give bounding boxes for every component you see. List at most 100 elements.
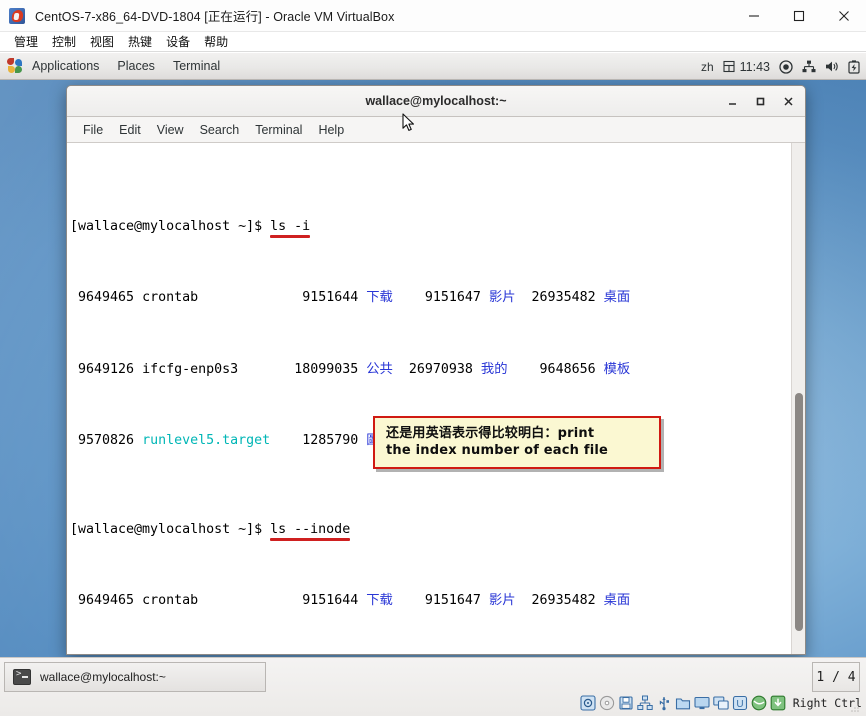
maximize-icon[interactable] xyxy=(776,0,821,32)
dir-a2: 下载 xyxy=(366,290,393,306)
host-key-icon[interactable] xyxy=(770,695,786,711)
applications-icon[interactable] xyxy=(7,58,23,74)
terminal-menu-file[interactable]: File xyxy=(75,120,111,140)
battery-icon[interactable] xyxy=(848,59,860,74)
network-icon[interactable] xyxy=(637,695,653,711)
terminal-menubar: File Edit View Search Terminal Help xyxy=(67,117,805,143)
clock[interactable]: 11:43 xyxy=(723,60,770,74)
file-b1: ifcfg-enp0s3 xyxy=(142,361,239,377)
terminal-scrollbar[interactable] xyxy=(791,143,805,654)
harddisk-icon[interactable] xyxy=(580,695,596,711)
inode-a2: 9151644 xyxy=(294,290,359,306)
terminal-window: wallace@mylocalhost:~ File Edit View Sea… xyxy=(66,85,806,655)
inode-a3: 9151647 xyxy=(416,290,481,306)
terminal-line-prompt-2: [wallace@mylocalhost ~]$ ls --inode xyxy=(70,521,791,541)
inode-b1: 9649126 xyxy=(70,361,135,377)
terminal-icon xyxy=(13,669,31,685)
window-controls xyxy=(731,0,866,32)
terminal-line-listing-2-row1: 9649465 crontab 9151644 下载 9151647 影片 26… xyxy=(70,592,791,610)
inode-a1: 9649465 xyxy=(70,290,135,306)
shared-folder-icon[interactable] xyxy=(675,695,691,711)
resize-grip-icon[interactable] xyxy=(850,703,860,713)
inode-c2: 1285790 xyxy=(294,432,359,448)
command-ls-i: ls -i xyxy=(270,219,311,238)
gnome-menu-terminal[interactable]: Terminal xyxy=(164,56,229,76)
inode-b2: 18099035 xyxy=(294,361,359,377)
dir-d2: 下载 xyxy=(366,592,393,608)
remote-desktop-icon[interactable] xyxy=(713,695,729,711)
svg-text:U: U xyxy=(736,699,743,710)
inode-d1: 9649465 xyxy=(70,592,135,608)
vbox-menu-help[interactable]: 帮助 xyxy=(197,32,235,51)
terminal-output[interactable]: [wallace@mylocalhost ~]$ ls -i 9649465 c… xyxy=(67,143,791,654)
dir-b4: 模板 xyxy=(603,361,631,377)
file-a1: crontab xyxy=(142,290,199,306)
inode-d4: 26935482 xyxy=(531,592,596,608)
gnome-status-area: zh 11:43 xyxy=(701,53,860,80)
vbox-menu-manage[interactable]: 管理 xyxy=(7,32,45,51)
taskbar-item-terminal[interactable]: wallace@mylocalhost:~ xyxy=(4,662,266,692)
terminal-scrollbar-thumb[interactable] xyxy=(795,393,803,631)
vbox-menu-view[interactable]: 视图 xyxy=(83,32,121,51)
dir-d4: 桌面 xyxy=(603,592,631,608)
inode-b4: 9648656 xyxy=(531,361,596,377)
inode-d2: 9151644 xyxy=(294,592,359,608)
dir-b3: 我的 xyxy=(480,361,508,377)
floppy-icon[interactable] xyxy=(618,695,634,711)
dir-b2: 公共 xyxy=(366,361,393,377)
inode-a4: 26935482 xyxy=(531,290,596,306)
terminal-maximize-icon[interactable] xyxy=(747,90,773,113)
gnome-menu-applications[interactable]: Applications xyxy=(23,56,108,76)
terminal-menu-search[interactable]: Search xyxy=(192,120,248,140)
optical-disk-icon[interactable] xyxy=(599,695,615,711)
inode-d3: 9151647 xyxy=(416,592,481,608)
vbox-menu-devices[interactable]: 设备 xyxy=(159,32,197,51)
mouse-capture-icon[interactable] xyxy=(751,695,767,711)
annotation-line-2: the index number of each file xyxy=(386,443,609,458)
usb-icon[interactable] xyxy=(656,695,672,711)
terminal-menu-terminal[interactable]: Terminal xyxy=(247,120,310,140)
record-icon[interactable] xyxy=(779,59,793,74)
annotation-line-1: 还是用英语表示得比较明白：print xyxy=(386,426,595,441)
volume-icon[interactable] xyxy=(825,60,839,73)
workspace-indicator[interactable]: 1 / 4 xyxy=(812,662,860,692)
inode-b3: 26970938 xyxy=(408,361,473,377)
file-d1: crontab xyxy=(142,592,199,608)
calendar-icon xyxy=(723,60,735,73)
recording-icon[interactable]: U xyxy=(732,695,748,711)
terminal-window-controls xyxy=(719,86,801,117)
command-ls-inode: ls --inode xyxy=(270,521,351,541)
terminal-line-listing-1-row1: 9649465 crontab 9151644 下载 9151647 影片 26… xyxy=(70,289,791,307)
screenshot-root: CentOS-7-x86_64-DVD-1804 [正在运行] - Oracle… xyxy=(0,0,866,716)
terminal-title: wallace@mylocalhost:~ xyxy=(365,94,507,108)
gnome-top-panel: Applications Places Terminal zh 11:43 xyxy=(0,53,866,80)
prompt-text: [wallace@mylocalhost ~]$ xyxy=(70,219,271,235)
dir-d3: 影片 xyxy=(488,592,516,608)
virtualbox-menubar: 管理 控制 视图 热键 设备 帮助 xyxy=(0,32,866,52)
minimize-icon[interactable] xyxy=(731,0,776,32)
close-icon[interactable] xyxy=(821,0,866,32)
inode-c1: 9570826 xyxy=(70,432,135,448)
taskbar-item-label: wallace@mylocalhost:~ xyxy=(40,670,166,684)
terminal-line-prompt-1: [wallace@mylocalhost ~]$ ls -i xyxy=(70,218,791,238)
terminal-minimize-icon[interactable] xyxy=(719,90,745,113)
prompt-text-2: [wallace@mylocalhost ~]$ xyxy=(70,521,271,537)
vbox-menu-hotkeys[interactable]: 热键 xyxy=(121,32,159,51)
terminal-menu-edit[interactable]: Edit xyxy=(111,120,149,140)
terminal-close-icon[interactable] xyxy=(775,90,801,113)
terminal-line-listing-1-row2: 9649126 ifcfg-enp0s3 18099035 公共 2697093… xyxy=(70,361,791,379)
terminal-menu-help[interactable]: Help xyxy=(310,120,352,140)
terminal-body[interactable]: [wallace@mylocalhost ~]$ ls -i 9649465 c… xyxy=(67,143,805,654)
vbox-menu-control[interactable]: 控制 xyxy=(45,32,83,51)
terminal-menu-view[interactable]: View xyxy=(149,120,192,140)
display-icon[interactable] xyxy=(694,695,710,711)
dir-a3: 影片 xyxy=(488,290,516,306)
input-language-indicator[interactable]: zh xyxy=(701,60,714,74)
virtualbox-statusbar: U Right Ctrl xyxy=(580,692,862,714)
symlink-c1: runlevel5.target xyxy=(142,432,271,448)
host-taskbar: wallace@mylocalhost:~ 1 / 4 xyxy=(0,657,866,716)
clock-time: 11:43 xyxy=(739,59,770,74)
gnome-menu-places[interactable]: Places xyxy=(108,56,164,76)
window-title: CentOS-7-x86_64-DVD-1804 [正在运行] - Oracle… xyxy=(35,10,395,24)
network-icon[interactable] xyxy=(802,60,816,73)
